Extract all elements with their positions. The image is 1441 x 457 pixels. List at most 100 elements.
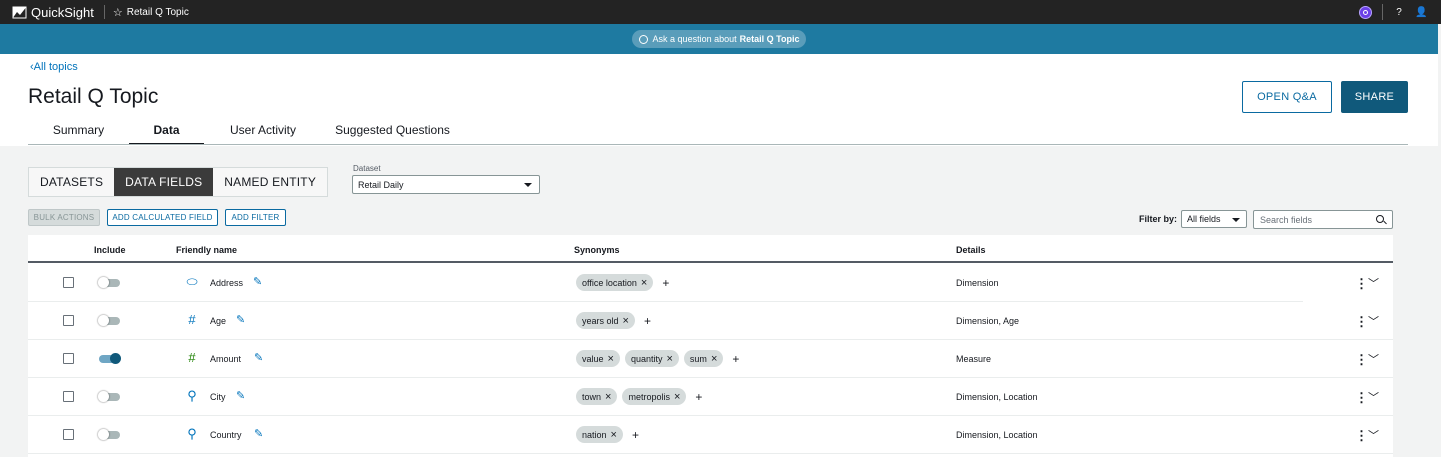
synonyms-list: nation × + [576, 426, 639, 443]
add-filter-button[interactable]: ADD FILTER [225, 209, 286, 226]
more-options-icon[interactable]: ⋮ [1355, 276, 1368, 292]
star-icon[interactable]: ☆ [113, 6, 123, 19]
share-button[interactable]: SHARE [1341, 81, 1408, 113]
edit-name-icon[interactable]: ✎ [254, 351, 263, 364]
synonyms-list: town × metropolis × + [576, 388, 702, 405]
chevron-down-icon[interactable]: ﹀ [1368, 313, 1379, 329]
chevron-down-icon[interactable]: ﹀ [1368, 389, 1379, 405]
tab-user-activity[interactable]: User Activity [204, 118, 322, 145]
remove-synonym-icon[interactable]: × [623, 315, 629, 327]
edit-name-icon[interactable]: ✎ [253, 275, 262, 288]
filter-by-label: Filter by: [1139, 214, 1178, 224]
include-toggle[interactable] [98, 277, 120, 288]
account-badge-icon[interactable] [1359, 5, 1372, 19]
row-checkbox[interactable] [63, 391, 74, 402]
col-details: Details [956, 245, 986, 255]
include-toggle[interactable] [98, 429, 120, 440]
remove-synonym-icon[interactable]: × [674, 391, 680, 403]
more-options-icon[interactable]: ⋮ [1355, 428, 1368, 444]
chevron-down-icon[interactable]: ﹀ [1368, 275, 1379, 291]
tab-bar: Summary Data User Activity Suggested Que… [28, 118, 463, 145]
table-row: ⬭ Address ✎ office location × + Dimension… [28, 264, 1393, 302]
add-synonym-icon[interactable]: + [644, 314, 651, 328]
all-topics-link[interactable]: ‹All topics [30, 61, 78, 73]
app-logo[interactable]: QuickSight [0, 0, 94, 24]
row-checkbox[interactable] [63, 429, 74, 440]
synonym-chip: sum × [683, 350, 724, 367]
tab-data[interactable]: Data [129, 118, 204, 145]
chevron-down-icon[interactable]: ﹀ [1368, 427, 1379, 443]
topic-breadcrumb: Retail Q Topic [126, 6, 189, 18]
search-icon [1376, 215, 1384, 223]
include-toggle[interactable] [99, 353, 121, 364]
user-icon[interactable]: 👤 [1415, 7, 1427, 18]
view-segmented-control: DATASETS DATA FIELDS NAMED ENTITY [28, 167, 329, 197]
add-synonym-icon[interactable]: + [695, 390, 702, 404]
col-synonyms: Synonyms [574, 245, 620, 255]
synonyms-list: office location × + [576, 274, 669, 291]
synonym-chip: quantity × [624, 350, 679, 367]
measure-field-icon: # [188, 350, 196, 365]
table-row: # Age ✎ years old × + Dimension, Age ⋮ ﹀ [28, 302, 1393, 340]
remove-synonym-icon[interactable]: × [611, 429, 617, 441]
add-calculated-field-button[interactable]: ADD CALCULATED FIELD [107, 209, 218, 226]
table-row: # Amount ✎ value × quantity × sum × + Measu… [28, 340, 1393, 378]
caret-down-icon [524, 183, 532, 187]
app-name: QuickSight [31, 4, 94, 20]
edit-name-icon[interactable]: ✎ [236, 313, 245, 326]
open-qa-button[interactable]: OPEN Q&A [1242, 81, 1332, 113]
search-placeholder: Search fields [1260, 214, 1313, 225]
segment-datasets[interactable]: DATASETS [29, 168, 114, 196]
field-name: Address [210, 278, 244, 288]
remove-synonym-icon[interactable]: × [641, 277, 647, 289]
dataset-select[interactable]: Retail Daily [352, 175, 540, 194]
chevron-down-icon[interactable]: ﹀ [1368, 351, 1379, 367]
synonym-chip: metropolis × [622, 388, 687, 405]
add-synonym-icon[interactable]: + [662, 276, 669, 290]
col-friendly-name[interactable]: Friendly name [176, 245, 237, 255]
tab-summary[interactable]: Summary [28, 118, 129, 145]
include-toggle[interactable] [98, 315, 120, 326]
row-checkbox[interactable] [63, 315, 74, 326]
synonym-chip: nation × [576, 426, 623, 443]
remove-synonym-icon[interactable]: × [666, 353, 672, 365]
topbar-divider [103, 5, 105, 19]
col-include: Include [94, 245, 126, 255]
table-row: ⚲ City ✎ town × metropolis × + Dimension, … [28, 378, 1393, 416]
row-divider [28, 453, 1393, 454]
segment-data-fields[interactable]: DATA FIELDS [114, 168, 214, 196]
caret-down-icon [1232, 218, 1240, 222]
ask-prefix: Ask a question about [652, 34, 737, 44]
add-synonym-icon[interactable]: + [632, 428, 639, 442]
edit-name-icon[interactable]: ✎ [254, 427, 263, 440]
tab-suggested-questions[interactable]: Suggested Questions [322, 118, 463, 145]
tab-divider [28, 144, 1408, 145]
filter-by-select[interactable]: All fields [1181, 210, 1247, 228]
help-icon[interactable]: ? [1393, 7, 1405, 18]
add-synonym-icon[interactable]: + [732, 352, 739, 366]
location-field-icon: ⚲ [187, 426, 197, 441]
ask-question-button[interactable]: Ask a question about Retail Q Topic [631, 30, 807, 48]
edit-name-icon[interactable]: ✎ [236, 389, 245, 402]
more-options-icon[interactable]: ⋮ [1355, 352, 1368, 368]
search-fields-input[interactable]: Search fields [1253, 210, 1393, 229]
segment-named-entity[interactable]: NAMED ENTITY [213, 168, 327, 196]
remove-synonym-icon[interactable]: × [608, 353, 614, 365]
more-options-icon[interactable]: ⋮ [1355, 314, 1368, 330]
remove-synonym-icon[interactable]: × [711, 353, 717, 365]
synonym-chip: office location × [576, 274, 654, 291]
topbar-actions: ? 👤 [1359, 0, 1427, 24]
ask-bar: Ask a question about Retail Q Topic [0, 24, 1438, 54]
row-checkbox[interactable] [63, 277, 74, 288]
page-header: ‹All topics Retail Q Topic OPEN Q&A SHAR… [0, 54, 1438, 146]
field-name: Amount [210, 354, 242, 364]
dataset-label: Dataset [353, 164, 381, 173]
remove-synonym-icon[interactable]: × [605, 391, 611, 403]
field-name: City [210, 392, 226, 402]
field-details: Dimension, Age [956, 316, 1020, 326]
include-toggle[interactable] [98, 391, 120, 402]
page-title: Retail Q Topic [28, 85, 159, 108]
more-options-icon[interactable]: ⋮ [1355, 390, 1368, 406]
row-checkbox[interactable] [63, 353, 74, 364]
bulk-actions-button[interactable]: BULK ACTIONS [28, 209, 100, 226]
